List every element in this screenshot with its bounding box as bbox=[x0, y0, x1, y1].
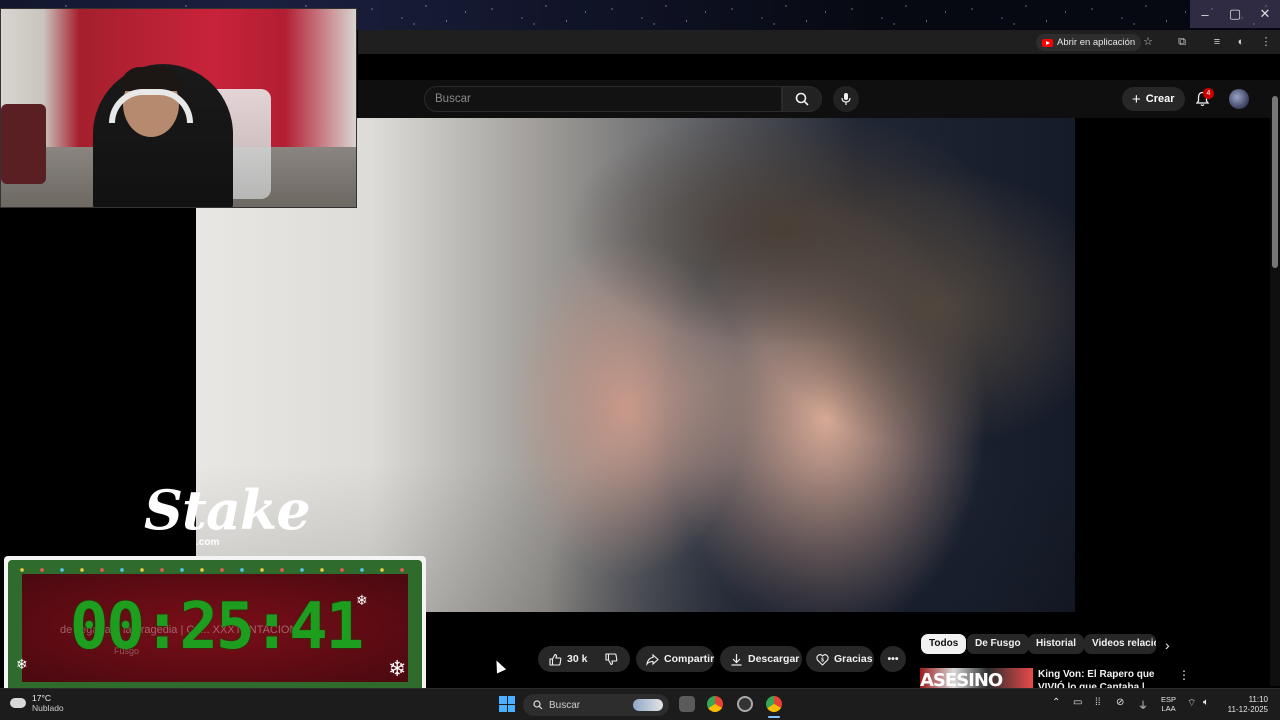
countdown-timer: 00:25:41 bbox=[69, 590, 364, 664]
weather-widget[interactable]: 17°C Nublado bbox=[10, 693, 64, 713]
close-button[interactable]: ✕ bbox=[1250, 0, 1280, 28]
snowflake-icon: ❄ bbox=[16, 656, 28, 672]
search-icon bbox=[795, 92, 809, 106]
snowflake-icon: ❄ bbox=[356, 592, 368, 608]
dislike-icon[interactable] bbox=[604, 652, 618, 666]
scrollbar-thumb[interactable] bbox=[1272, 96, 1278, 268]
stake-logo-suffix: .com bbox=[196, 537, 220, 548]
share-button[interactable]: Compartir bbox=[636, 646, 714, 672]
chip-related-videos[interactable]: Videos relacio bbox=[1084, 634, 1156, 654]
profile-icon[interactable]: ◐ bbox=[1234, 35, 1248, 49]
mouse-cursor bbox=[491, 658, 507, 674]
like-icon[interactable] bbox=[548, 652, 562, 666]
tray-grid-icon[interactable]: ⁞⁞ bbox=[1095, 697, 1101, 708]
microphone-icon bbox=[841, 93, 851, 105]
share-label: Compartir bbox=[664, 653, 715, 665]
create-label: Crear bbox=[1145, 93, 1175, 105]
chevron-up-icon[interactable]: ⌃ bbox=[1052, 697, 1060, 708]
plus-icon: + bbox=[1132, 90, 1141, 108]
more-vertical-icon[interactable]: ⋮ bbox=[1178, 668, 1190, 682]
svg-text:$: $ bbox=[821, 657, 824, 663]
chip-history[interactable]: Historial bbox=[1028, 634, 1085, 654]
search-button[interactable] bbox=[782, 86, 822, 112]
account-avatar[interactable] bbox=[1229, 89, 1249, 109]
language-code: ESP bbox=[1161, 695, 1177, 704]
chip-from-channel[interactable]: De Fusgo bbox=[967, 634, 1029, 654]
notification-badge: 4 bbox=[1203, 88, 1214, 99]
thanks-heart-icon: $ bbox=[816, 652, 829, 666]
webcam-sofa bbox=[1, 104, 46, 184]
more-actions-button[interactable]: ••• bbox=[880, 646, 906, 672]
task-view-icon[interactable] bbox=[679, 696, 695, 712]
chevron-right-icon[interactable]: › bbox=[1165, 637, 1179, 653]
create-button[interactable]: + Crear bbox=[1122, 87, 1185, 111]
weather-temperature: 17°C bbox=[32, 693, 51, 703]
star-icon[interactable]: ☆ bbox=[1141, 35, 1155, 49]
search-highlight-icon bbox=[633, 699, 663, 711]
minimize-button[interactable]: – bbox=[1190, 0, 1220, 28]
recommendation-title[interactable]: King Von: El Rapero que VIVIÓ lo que Can… bbox=[1038, 668, 1168, 688]
queue-icon[interactable]: ≡ bbox=[1210, 35, 1224, 49]
open-in-app-button[interactable]: Abrir en aplicación bbox=[1036, 34, 1142, 51]
stake-logo: Stake bbox=[144, 478, 311, 542]
search-icon bbox=[533, 700, 543, 710]
volume-icon[interactable]: 🔈︎ bbox=[1203, 697, 1209, 708]
more-horizontal-icon: ••• bbox=[887, 653, 899, 665]
menu-kebab-icon[interactable]: ⋮ bbox=[1259, 35, 1273, 49]
cloud-icon bbox=[10, 698, 26, 708]
chrome-canary-icon[interactable] bbox=[766, 696, 782, 712]
download-label: Descargar bbox=[748, 653, 800, 665]
active-app-indicator bbox=[768, 716, 780, 718]
webcam-hair bbox=[121, 67, 181, 91]
taskbar-search[interactable]: Buscar bbox=[523, 694, 669, 716]
share-icon bbox=[646, 652, 659, 666]
tray-app-icon[interactable]: ▭ bbox=[1073, 697, 1082, 708]
window-controls: – ▢ ✕ bbox=[1190, 0, 1280, 28]
page-background-right bbox=[1075, 118, 1270, 612]
system-clock[interactable]: 11:10 11-12-2025 bbox=[1222, 695, 1268, 715]
chrome-icon[interactable] bbox=[707, 696, 723, 712]
recommendation-thumb-text: ASESINO bbox=[920, 670, 1003, 688]
extensions-icon[interactable]: ⧉ bbox=[1175, 35, 1189, 49]
thanks-button[interactable]: $ Gracias bbox=[806, 646, 874, 672]
windows-start-icon[interactable] bbox=[499, 696, 515, 712]
snowflake-icon: ❄ bbox=[388, 656, 407, 681]
download-icon bbox=[730, 652, 743, 666]
chip-all[interactable]: Todos bbox=[921, 634, 967, 654]
like-count: 30 k bbox=[567, 653, 588, 665]
taskbar-search-label: Buscar bbox=[549, 699, 581, 711]
search-input[interactable]: Buscar bbox=[424, 86, 782, 112]
webcam-overlay bbox=[0, 8, 357, 208]
obs-icon[interactable] bbox=[737, 696, 753, 712]
voice-search-button[interactable] bbox=[833, 86, 859, 112]
maximize-button[interactable]: ▢ bbox=[1220, 0, 1250, 28]
recommendation-thumbnail[interactable]: ASESINO bbox=[920, 668, 1033, 688]
thanks-label: Gracias bbox=[834, 653, 873, 665]
download-button[interactable]: Descargar bbox=[720, 646, 802, 672]
keyboard-layout: LAA bbox=[1161, 704, 1176, 713]
clock-time: 11:10 bbox=[1248, 695, 1268, 704]
youtube-icon bbox=[1042, 38, 1053, 47]
open-in-app-label: Abrir en aplicación bbox=[1057, 37, 1136, 48]
microphone-tray-icon[interactable]: ⏚ bbox=[1138, 697, 1148, 712]
clock-date: 11-12-2025 bbox=[1227, 705, 1268, 714]
weather-description: Nublado bbox=[32, 703, 64, 713]
language-indicator[interactable]: ESP LAA bbox=[1161, 695, 1176, 713]
like-dislike-group: 30 k bbox=[538, 646, 630, 672]
wifi-icon[interactable]: ⌔ bbox=[1187, 697, 1196, 710]
tray-network-off-icon[interactable]: ⊘ bbox=[1116, 697, 1124, 708]
